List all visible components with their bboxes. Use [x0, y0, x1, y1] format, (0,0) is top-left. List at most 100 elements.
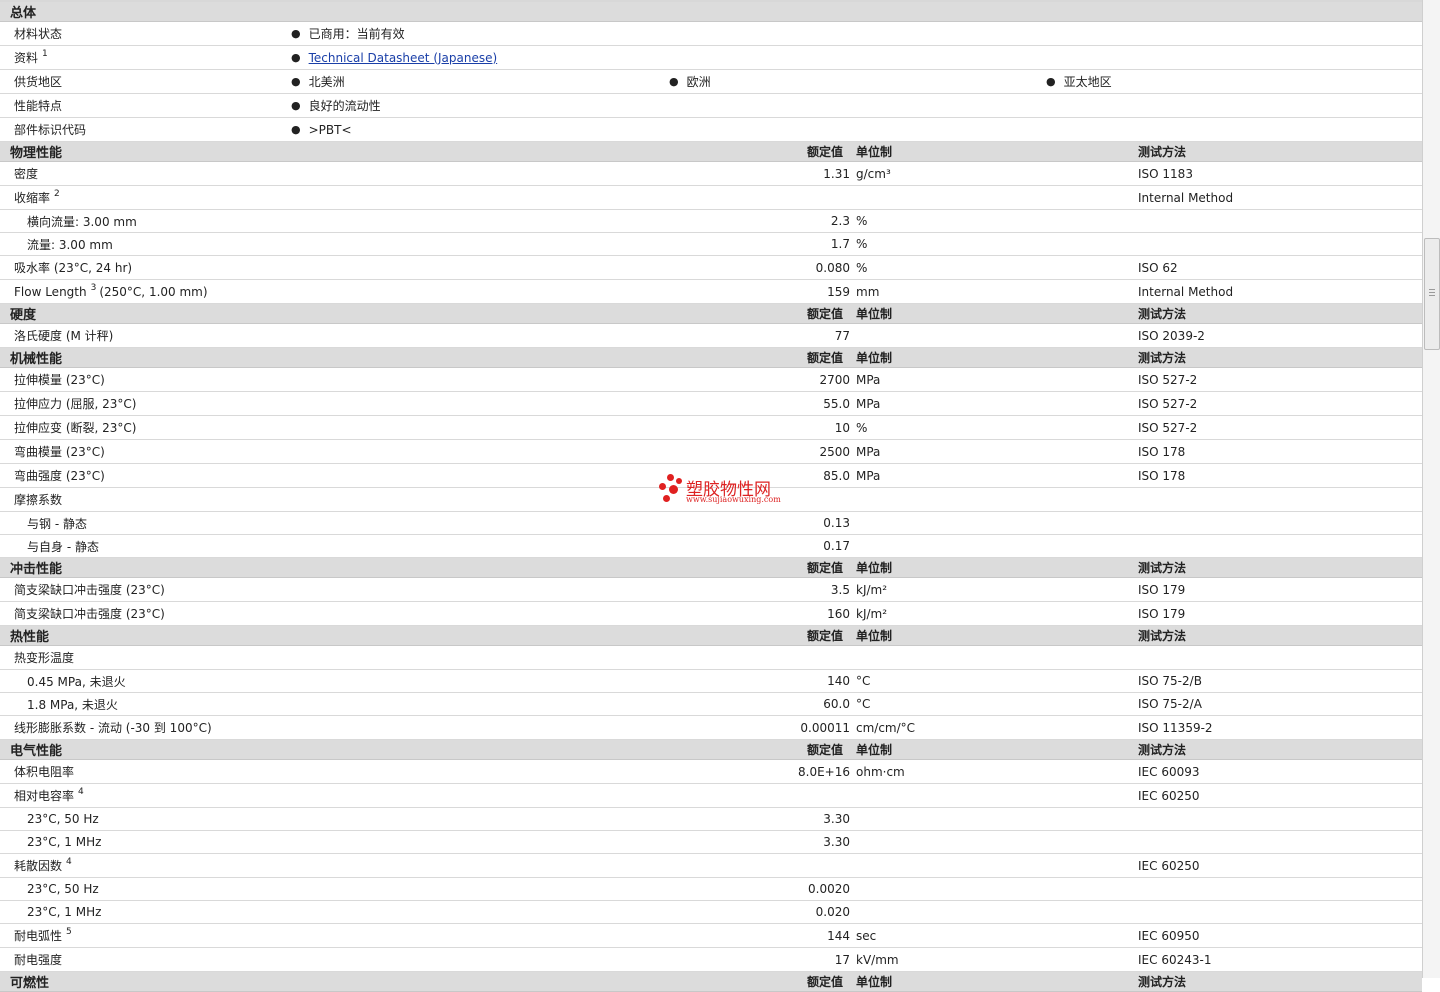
unit: kJ/m² — [856, 582, 888, 597]
property-name: 密度 — [14, 162, 38, 185]
column-header-method: 测试方法 — [1138, 743, 1187, 757]
property-name: 弯曲强度 (23°C) — [14, 464, 105, 487]
general-row: 性能特点 ● 良好的流动性 — [0, 94, 1422, 118]
unit: °C — [856, 674, 871, 688]
bullet-icon: ● — [291, 51, 301, 64]
test-method: ISO 75-2/B — [1138, 674, 1202, 688]
test-method: ISO 527-2 — [1138, 372, 1198, 387]
datasheet-link[interactable]: Technical Datasheet (Japanese) — [309, 51, 498, 65]
unit: MPa — [856, 396, 881, 411]
property-label: 弯曲模量 (23°C) — [14, 445, 105, 459]
test-method: ISO 11359-2 — [1138, 720, 1213, 735]
nominal-value: 3.5 — [830, 582, 850, 597]
property-name: 弯曲模量 (23°C) — [14, 440, 105, 463]
property-row: 拉伸应变 (断裂, 23°C) 10% ISO 527-2 — [0, 416, 1422, 440]
unit: kJ/m² — [856, 606, 888, 621]
property-name: 供货地区 — [14, 70, 62, 93]
test-method: ISO 178 — [1138, 444, 1186, 459]
nominal-value: 2.3 — [830, 214, 850, 228]
unit: % — [856, 420, 868, 435]
nominal-value: 1.7 — [830, 237, 850, 251]
scrollbar-thumb[interactable] — [1424, 238, 1440, 350]
nominal-value: 55.0 — [823, 396, 850, 411]
bullet-text: 北美洲 — [308, 75, 345, 89]
bullet-item: ● 北美洲 — [291, 70, 345, 93]
property-label: 摩擦系数 — [14, 493, 63, 507]
nominal-value: 17 — [834, 952, 850, 967]
property-name: 耐电弧性 5 — [14, 924, 72, 947]
property-label: 弯曲强度 (23°C) — [14, 469, 105, 483]
property-name: 耐电强度 — [14, 948, 62, 971]
property-name: 0.45 MPa, 未退火 — [27, 670, 126, 692]
property-row: 简支梁缺口冲击强度 (23°C) 160 kJ/m² ISO 179 — [0, 602, 1422, 626]
nominal-value: 160 — [827, 606, 850, 621]
property-row: 横向流量: 3.00 mm 2.3% — [0, 210, 1422, 233]
nominal-value: 2500 — [819, 444, 850, 459]
section-title: 冲击性能 — [10, 562, 63, 577]
bullet-icon: ● — [291, 27, 301, 40]
property-row: 洛氏硬度 (M 计秤) 77 ISO 2039-2 — [0, 324, 1422, 348]
property-label: Flow Length — [14, 284, 87, 299]
test-method: ISO 179 — [1138, 606, 1186, 621]
footnote-marker: 2 — [54, 188, 60, 199]
property-row: 体积电阻率 8.0E+16 ohm·cm IEC 60093 — [0, 760, 1422, 784]
section-header: 硬度 额定值 单位制 测试方法 — [0, 304, 1422, 324]
property-name: 横向流量: 3.00 mm — [27, 210, 137, 232]
general-row: 供货地区 ● 北美洲 ● 欧洲 ● 亚太地区 — [0, 70, 1422, 94]
section-header: 机械性能 额定值 单位制 测试方法 — [0, 348, 1422, 368]
property-row: 流量: 3.00 mm 1.7% — [0, 233, 1422, 256]
bullet-item: ● >PBT< — [291, 118, 352, 141]
property-name: Flow Length 3 (250°C, 1.00 mm) — [14, 280, 208, 303]
property-name: 性能特点 — [14, 94, 62, 117]
nominal-value: 144 — [827, 928, 850, 943]
general-row: 材料状态 ● 已商用：当前有效 — [0, 22, 1422, 46]
bullet-item[interactable]: ● Technical Datasheet (Japanese) — [291, 46, 497, 69]
section-title: 可燃性 — [10, 976, 50, 991]
property-row: 弯曲模量 (23°C) 2500 MPa ISO 178 — [0, 440, 1422, 464]
property-name: 23°C, 50 Hz — [27, 878, 99, 900]
property-name: 摩擦系数 — [14, 488, 62, 511]
property-row: 密度 1.31 g/cm³ ISO 1183 — [0, 162, 1422, 186]
column-header-value: 额定值 — [807, 351, 844, 365]
test-method: IEC 60243-1 — [1138, 952, 1212, 967]
section-header: 热性能 额定值 单位制 测试方法 — [0, 626, 1422, 646]
vertical-scrollbar[interactable] — [1422, 0, 1440, 978]
property-row: 拉伸应力 (屈服, 23°C) 55.0 MPa ISO 527-2 — [0, 392, 1422, 416]
test-method: ISO 527-2 — [1138, 396, 1198, 411]
watermark-url: www.sujiaowuxing.com — [686, 495, 781, 504]
bullet-icon: ● — [291, 123, 301, 136]
property-label: 洛氏硬度 (M 计秤) — [14, 329, 114, 343]
nominal-value: 0.020 — [815, 905, 850, 919]
unit: MPa — [856, 372, 881, 387]
nominal-value: 85.0 — [823, 468, 850, 483]
property-name: 23°C, 1 MHz — [27, 831, 101, 853]
nominal-value: 0.17 — [823, 539, 850, 553]
property-name: 部件标识代码 — [14, 118, 86, 141]
property-row: 23°C, 1 MHz 0.020 — [0, 901, 1422, 924]
test-method: Internal Method — [1138, 284, 1234, 299]
property-row: 23°C, 50 Hz 0.0020 — [0, 878, 1422, 901]
property-name: 收缩率 2 — [14, 186, 60, 209]
unit: sec — [856, 928, 877, 943]
unit: mm — [856, 284, 880, 299]
section-title: 热性能 — [10, 630, 50, 645]
bullet-icon: ● — [1046, 75, 1056, 88]
property-label: 流量: 3.00 mm — [27, 237, 113, 252]
nominal-value: 3.30 — [823, 835, 850, 849]
property-name: 简支梁缺口冲击强度 (23°C) — [14, 578, 165, 601]
unit: cm/cm/°C — [856, 720, 916, 735]
property-name: 拉伸应力 (屈服, 23°C) — [14, 392, 136, 415]
property-name: 洛氏硬度 (M 计秤) — [14, 324, 113, 347]
column-header-method: 测试方法 — [1138, 145, 1187, 159]
section-header: 物理性能 额定值 单位制 测试方法 — [0, 142, 1422, 162]
property-label: 与自身 - 静态 — [27, 539, 99, 554]
column-header-method: 测试方法 — [1138, 975, 1187, 989]
property-row: 吸水率 (23°C, 24 hr) 0.080% ISO 62 — [0, 256, 1422, 280]
column-header-value: 额定值 — [807, 629, 844, 643]
column-header-unit: 单位制 — [856, 561, 893, 575]
column-header-value: 额定值 — [807, 145, 844, 159]
nominal-value: 0.080 — [815, 260, 850, 275]
property-name: 资料 1 — [14, 46, 48, 69]
property-row: 热变形温度 — [0, 646, 1422, 670]
test-method: Internal Method — [1138, 190, 1234, 205]
